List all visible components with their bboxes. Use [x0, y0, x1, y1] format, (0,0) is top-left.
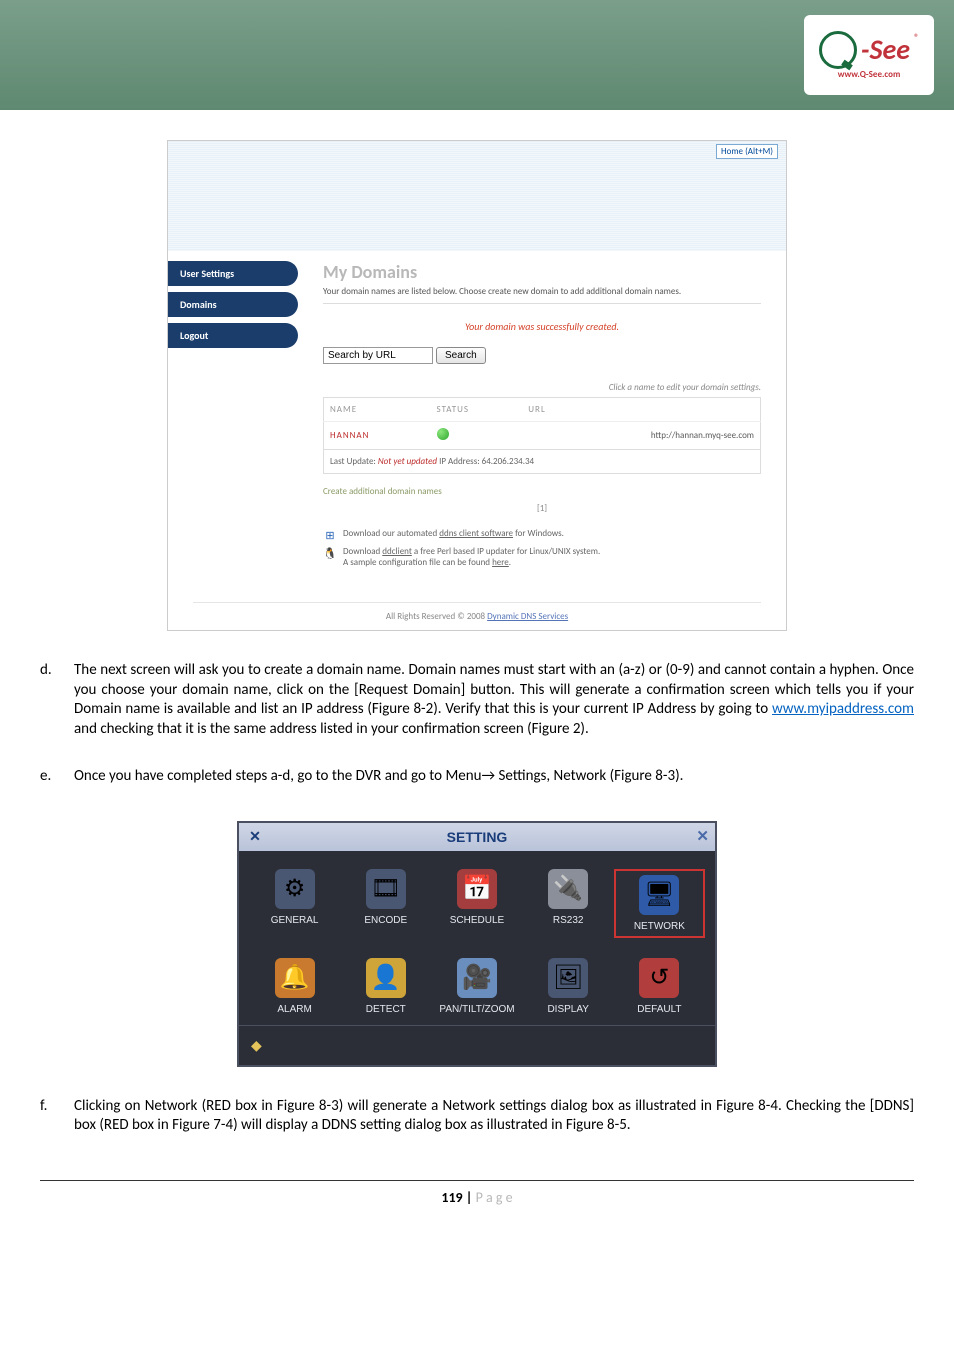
setting-item-rs232[interactable]: 🔌 RS232	[523, 869, 614, 938]
setting-item-display[interactable]: 🖼 DISPLAY	[523, 958, 614, 1015]
domain-table: NAME STATUS URL HANNAN http://hannan.myq…	[323, 397, 761, 450]
detect-icon: 👤	[366, 958, 406, 998]
dialog-logo-icon: ✕	[245, 827, 265, 847]
setting-item-schedule[interactable]: 📅 SCHEDULE	[431, 869, 522, 938]
dns-services-link[interactable]: Dynamic DNS Services	[487, 611, 568, 622]
setting-item-encode[interactable]: 🎞 ENCODE	[340, 869, 431, 938]
ddclient-link[interactable]: ddclient	[382, 546, 412, 557]
domain-url: http://hannan.myq-see.com	[522, 422, 760, 450]
ddns-client-link[interactable]: ddns client software	[439, 528, 513, 539]
setting-label: NETWORK	[634, 921, 685, 932]
setting-item-network[interactable]: 🖥 NETWORK	[614, 869, 705, 938]
nav-user-settings[interactable]: User Settings	[168, 261, 298, 286]
logo-see-text: -See	[861, 32, 910, 67]
success-message: Your domain was successfully created.	[323, 320, 761, 333]
list-marker-f: f.	[40, 1097, 58, 1150]
logo-url: www.Q-See.com	[838, 69, 901, 80]
setting-label: ALARM	[277, 1004, 311, 1015]
setting-label: PAN/TILT/ZOOM	[439, 1004, 514, 1015]
search-button[interactable]: Search	[436, 347, 486, 364]
search-input[interactable]	[323, 347, 433, 364]
pager: [1]	[323, 503, 761, 514]
page-subtitle: Your domain names are listed below. Choo…	[323, 286, 761, 304]
here-link[interactable]: here	[492, 557, 509, 568]
nav-domains[interactable]: Domains	[168, 292, 298, 317]
th-name: NAME	[324, 398, 431, 422]
general-icon: ⚙	[275, 869, 315, 909]
qsee-logo: -See ® www.Q-See.com	[804, 15, 934, 95]
th-url: URL	[522, 398, 760, 422]
setting-label: DISPLAY	[547, 1004, 589, 1015]
status-ok-icon	[437, 428, 449, 440]
th-status: STATUS	[431, 398, 523, 422]
download-win-text: Download our automated ddns client softw…	[343, 528, 564, 539]
linux-icon: 🐧	[323, 546, 337, 560]
sidebar-nav: User Settings Domains Logout	[168, 251, 298, 582]
download-linux-text: Download ddclient a free Perl based IP u…	[343, 546, 600, 568]
pan-tilt-zoom-icon: 🎥	[457, 958, 497, 998]
page-title: My Domains	[323, 261, 761, 283]
network-icon: 🖥	[639, 875, 679, 915]
list-marker-e: e.	[40, 767, 58, 801]
setting-label: DEFAULT	[637, 1004, 681, 1015]
setting-label: ENCODE	[364, 915, 407, 926]
windows-icon: ⊞	[323, 528, 337, 542]
setting-label: DETECT	[366, 1004, 406, 1015]
display-icon: 🖼	[548, 958, 588, 998]
home-link[interactable]: Home (Alt+M)	[716, 144, 778, 159]
domain-name: HANNAN	[324, 422, 431, 450]
encode-icon: 🎞	[366, 869, 406, 909]
page-footer: 119 | P a g e	[40, 1180, 914, 1206]
figure-footer: All Rights Reserved © 2008 Dynamic DNS S…	[193, 602, 761, 630]
page-word: P a g e	[476, 1189, 513, 1206]
setting-item-detect[interactable]: 👤 DETECT	[340, 958, 431, 1015]
paragraph-d: The next screen will ask you to create a…	[74, 661, 914, 739]
table-row[interactable]: HANNAN http://hannan.myq-see.com	[324, 422, 761, 450]
dialog-footer: ◆	[239, 1025, 715, 1065]
figure-setting-dialog: ✕ SETTING ✕ ⚙ GENERAL 🎞 ENCODE 📅 SCHEDULE 🔌 RS2…	[237, 821, 717, 1067]
close-icon[interactable]: ✕	[696, 827, 709, 845]
domain-status	[431, 422, 523, 450]
setting-item-default[interactable]: ↺ DEFAULT	[614, 958, 705, 1015]
myipaddress-link[interactable]: www.myipaddress.com	[772, 700, 914, 718]
alarm-icon: 🔔	[275, 958, 315, 998]
dialog-title: SETTING	[447, 829, 508, 845]
setting-label: SCHEDULE	[450, 915, 504, 926]
default-icon: ↺	[639, 958, 679, 998]
setting-item-general[interactable]: ⚙ GENERAL	[249, 869, 340, 938]
schedule-icon: 📅	[457, 869, 497, 909]
click-edit-hint: Click a name to edit your domain setting…	[323, 382, 761, 393]
last-update: Last Update: Not yet updated IP Address:…	[323, 450, 761, 474]
setting-label: RS232	[553, 915, 584, 926]
create-domain-link[interactable]: Create additional domain names	[323, 486, 761, 497]
paragraph-e: Once you have completed steps a-d, go to…	[74, 767, 914, 787]
setting-label: GENERAL	[271, 915, 319, 926]
setting-item-pan-tilt-zoom[interactable]: 🎥 PAN/TILT/ZOOM	[431, 958, 522, 1015]
nav-logout[interactable]: Logout	[168, 323, 298, 348]
footer-cursor-icon: ◆	[251, 1037, 262, 1054]
page-number: 119 |	[441, 1189, 475, 1206]
figure-ddns-page: Home (Alt+M) User Settings Domains Logou…	[167, 140, 787, 631]
logo-reg: ®	[914, 31, 919, 44]
list-marker-d: d.	[40, 661, 58, 753]
paragraph-f: Clicking on Network (RED box in Figure 8…	[74, 1097, 914, 1136]
rs232-icon: 🔌	[548, 869, 588, 909]
page-header: -See ® www.Q-See.com	[0, 0, 954, 110]
dialog-titlebar: ✕ SETTING ✕	[239, 823, 715, 851]
setting-item-alarm[interactable]: 🔔 ALARM	[249, 958, 340, 1015]
logo-q-icon	[819, 31, 857, 69]
